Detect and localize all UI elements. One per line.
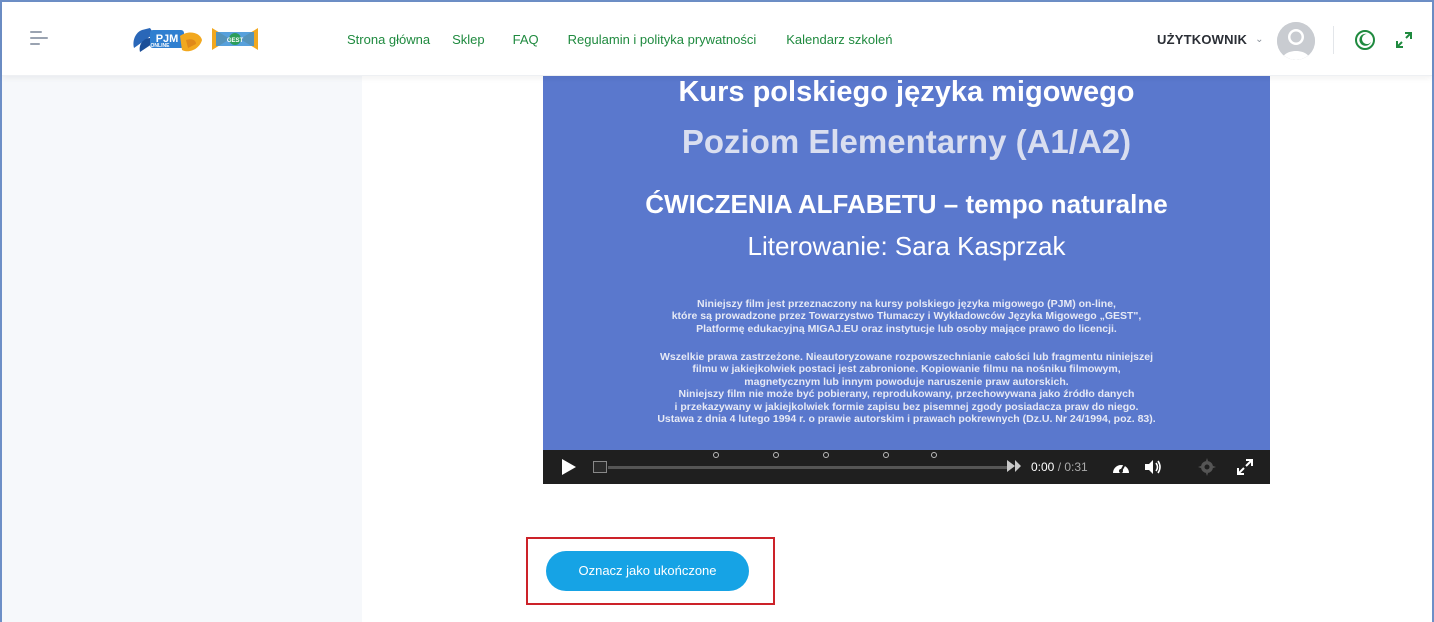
video-title-exercise: ĆWICZENIA ALFABETU – tempo naturalne bbox=[645, 189, 1168, 219]
dark-mode-toggle-icon[interactable] bbox=[1354, 29, 1376, 51]
nav-link-home[interactable]: Strona główna bbox=[347, 32, 430, 47]
chapter-marker[interactable] bbox=[773, 452, 779, 458]
time-current: 0:00 bbox=[1031, 460, 1055, 474]
nav-link-calendar[interactable]: Kalendarz szkoleń bbox=[786, 32, 892, 47]
chevron-down-icon: ⌄ bbox=[1255, 34, 1264, 45]
video-license-line: Niniejszy film jest przeznaczony na kurs… bbox=[697, 298, 1116, 310]
header-divider bbox=[1333, 26, 1334, 54]
user-menu-label: UŻYTKOWNIK bbox=[1157, 32, 1248, 47]
video-license-line: Platformę edukacyjną MIGAJ.EU oraz insty… bbox=[696, 322, 1117, 335]
fullscreen-icon[interactable] bbox=[1394, 30, 1414, 50]
video-title-course: Kurs polskiego języka migowego bbox=[678, 76, 1135, 108]
user-menu[interactable]: UŻYTKOWNIK ⌄ bbox=[1157, 32, 1264, 47]
nav-link-shop[interactable]: Sklep bbox=[452, 32, 485, 47]
video-copyright-line: Ustawa z dnia 4 lutego 1994 r. o prawie … bbox=[657, 413, 1156, 426]
video-copyright-line: filmu w jakiejkolwiek postaci jest zabro… bbox=[692, 363, 1121, 376]
nav-link-terms[interactable]: Regulamin i polityka prywatności bbox=[568, 32, 757, 47]
video-title-speller: Literowanie: Sara Kasprzak bbox=[747, 231, 1066, 261]
menu-toggle-icon[interactable] bbox=[30, 29, 50, 47]
chapter-marker[interactable] bbox=[713, 452, 719, 458]
video-controls-bar: 0:00 / 0:31 bbox=[543, 450, 1270, 484]
main-navigation: Strona główna Sklep FAQ Regulamin i poli… bbox=[347, 32, 921, 47]
time-separator: / bbox=[1054, 460, 1065, 474]
play-icon[interactable] bbox=[559, 458, 577, 476]
chapter-marker[interactable] bbox=[823, 452, 829, 458]
video-copyright-line: Wszelkie prawa zastrzeżone. Nieautoryzow… bbox=[659, 351, 1154, 363]
chapter-markers bbox=[713, 452, 953, 462]
video-player[interactable]: Kurs polskiego języka migowego Poziom El… bbox=[543, 76, 1270, 484]
video-license-text: Niniejszy film jest przeznaczony na kurs… bbox=[543, 298, 1270, 335]
chapter-marker[interactable] bbox=[931, 452, 937, 458]
volume-icon[interactable] bbox=[1143, 458, 1163, 476]
top-navbar: PJM ONLINE GEST Strona główna Sklep FAQ … bbox=[2, 2, 1432, 76]
pjm-online-logo[interactable]: PJM ONLINE bbox=[130, 22, 206, 60]
video-copyright-text: Wszelkie prawa zastrzeżone. Nieautoryzow… bbox=[543, 351, 1270, 425]
svg-text:ONLINE: ONLINE bbox=[151, 43, 171, 49]
nav-link-faq[interactable]: FAQ bbox=[513, 32, 539, 47]
fullscreen-video-icon[interactable] bbox=[1236, 458, 1254, 476]
seek-end-icon[interactable] bbox=[1005, 457, 1023, 475]
video-seek-bar[interactable] bbox=[608, 466, 1008, 469]
video-time: 0:00 / 0:31 bbox=[1031, 460, 1088, 474]
mark-as-complete-button[interactable]: Oznacz jako ukończone bbox=[546, 551, 749, 591]
chapter-marker[interactable] bbox=[883, 452, 889, 458]
video-title-level: Poziom Elementarny (A1/A2) bbox=[681, 123, 1132, 160]
video-license-line: które są prowadzone przez Towarzystwo Tł… bbox=[671, 310, 1142, 323]
video-copyright-line: Niniejszy film nie może być pobierany, r… bbox=[678, 388, 1135, 401]
video-copyright-line: i przekazywany w jakiejkolwiek formie za… bbox=[674, 400, 1139, 413]
playback-speed-icon[interactable] bbox=[1111, 458, 1131, 476]
video-copyright-line: magnetycznym lub innym powoduje naruszen… bbox=[744, 375, 1069, 388]
gest-logo[interactable]: GEST bbox=[210, 24, 260, 54]
svg-text:GEST: GEST bbox=[227, 38, 244, 44]
settings-gear-icon[interactable] bbox=[1198, 458, 1216, 476]
progress-thumb[interactable] bbox=[593, 461, 607, 473]
user-avatar[interactable] bbox=[1277, 22, 1315, 60]
time-total: 0:31 bbox=[1064, 460, 1088, 474]
sidebar bbox=[2, 76, 362, 622]
